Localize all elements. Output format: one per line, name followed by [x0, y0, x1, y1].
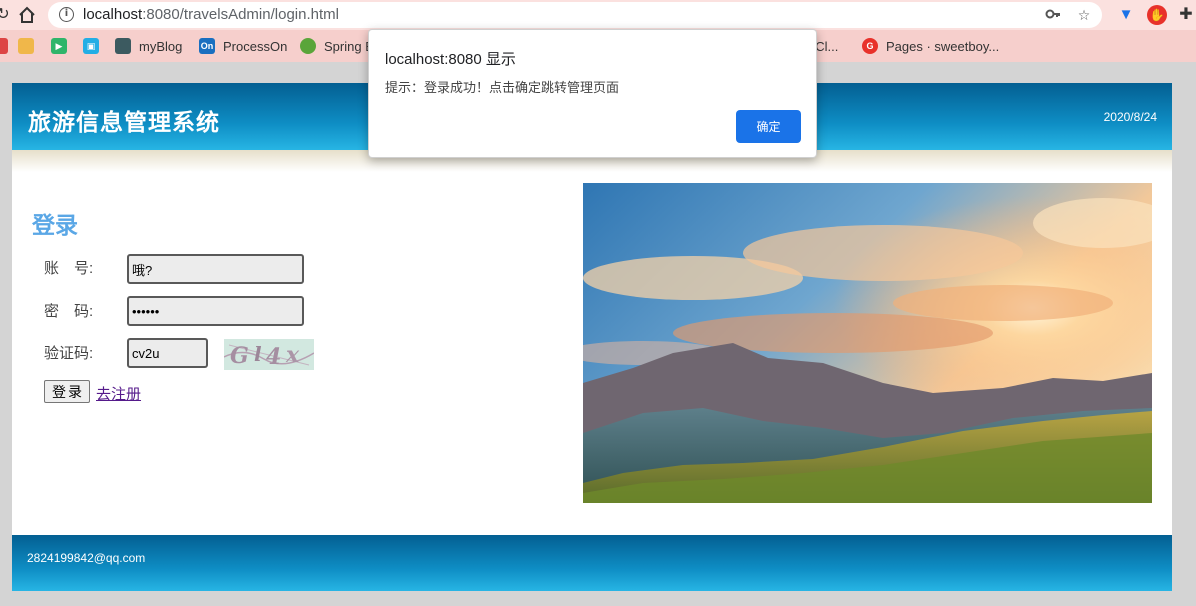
- site-title: 旅游信息管理系统: [28, 109, 220, 135]
- adblock-extension-icon[interactable]: ✋: [1147, 5, 1167, 25]
- alert-dialog: localhost:8080 显示 提示：登录成功！点击确定跳转管理页面 确定: [368, 29, 817, 158]
- site-date: 2020/8/24: [1103, 110, 1157, 124]
- svg-text:l: l: [254, 342, 262, 366]
- bookmark-gitee-pages[interactable]: G Pages · sweetboy...: [862, 37, 999, 55]
- bookmark-bird[interactable]: [18, 37, 42, 55]
- extensions-icon[interactable]: ✚: [1176, 5, 1196, 25]
- dialog-ok-button[interactable]: 确定: [736, 110, 801, 143]
- url-text[interactable]: localhost:8080/travelsAdmin/login.html: [83, 6, 339, 23]
- register-link[interactable]: 去注册: [96, 383, 141, 404]
- blog-icon: [115, 38, 131, 54]
- browser-toolbar: ↻ i localhost:8080/travelsAdmin/login.ht…: [0, 0, 1196, 30]
- svg-text:x: x: [285, 342, 300, 368]
- bookmark-bilibili[interactable]: ▣: [83, 37, 107, 55]
- footer-email: 2824199842@qq.com: [27, 551, 146, 565]
- vpn-extension-icon[interactable]: ▼: [1116, 5, 1136, 25]
- address-bar[interactable]: i localhost:8080/travelsAdmin/login.html…: [48, 2, 1102, 28]
- account-input[interactable]: [127, 254, 304, 284]
- home-icon[interactable]: [16, 4, 38, 26]
- site-container: 旅游信息管理系统 2020/8/24 登录 账 号: 密 码: 验证码: G l…: [12, 83, 1172, 591]
- processon-icon: On: [199, 38, 215, 54]
- site-footer: 2824199842@qq.com: [12, 535, 1172, 591]
- key-icon[interactable]: [1044, 6, 1062, 24]
- dialog-message: 提示：登录成功！点击确定跳转管理页面: [385, 80, 620, 95]
- bookmark-partial[interactable]: [0, 37, 16, 55]
- reload-icon[interactable]: ↻: [0, 4, 14, 26]
- bookmark-play[interactable]: ▶: [51, 37, 75, 55]
- svg-text:G: G: [230, 343, 249, 369]
- star-icon[interactable]: ☆: [1075, 6, 1093, 24]
- password-input[interactable]: [127, 296, 304, 326]
- gitee-icon: G: [862, 38, 878, 54]
- svg-text:4: 4: [266, 344, 281, 370]
- bilibili-icon: ▣: [83, 38, 99, 54]
- account-label: 账 号:: [44, 260, 94, 277]
- captcha-input[interactable]: [127, 338, 208, 368]
- bookmark-spring[interactable]: Spring B: [300, 37, 374, 55]
- site-info-icon[interactable]: i: [59, 7, 74, 22]
- dialog-title: localhost:8080 显示: [385, 51, 516, 68]
- bookmark-myblog[interactable]: myBlog: [115, 37, 182, 55]
- bookmark-icon: [0, 38, 8, 54]
- login-button[interactable]: 登录: [44, 380, 90, 403]
- bookmark-processon[interactable]: On ProcessOn: [199, 37, 287, 55]
- captcha-image[interactable]: G l 4 x: [224, 339, 314, 370]
- password-label: 密 码:: [44, 303, 94, 320]
- captcha-label: 验证码:: [44, 345, 94, 362]
- bird-icon: [18, 38, 34, 54]
- play-icon: ▶: [51, 38, 67, 54]
- landscape-image: [583, 183, 1152, 503]
- spring-icon: [300, 38, 316, 54]
- login-heading: 登录: [32, 212, 78, 238]
